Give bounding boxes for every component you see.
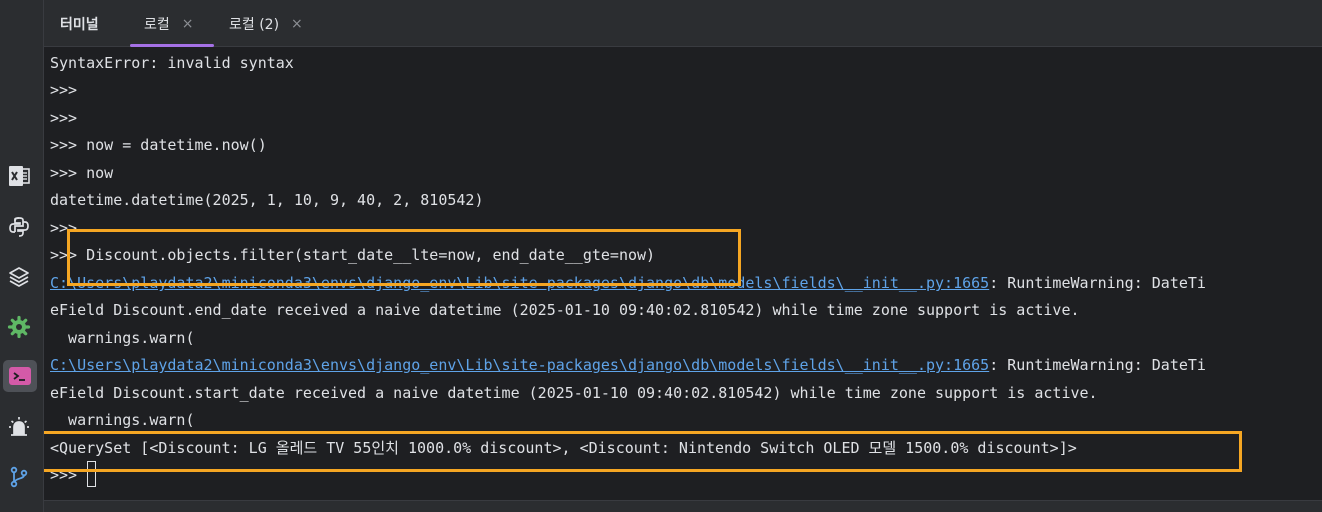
terminal-output[interactable]: SyntaxError: invalid syntax >>> >>> >>> … xyxy=(44,48,1322,512)
text-cursor xyxy=(87,460,97,487)
close-icon[interactable]: × xyxy=(182,16,194,32)
notification-icon[interactable] xyxy=(4,412,34,442)
tab-terminal[interactable]: 터미널 xyxy=(60,0,99,47)
warning-text: : RuntimeWarning: DateTi xyxy=(989,274,1206,292)
terminal-line: >>> Discount.objects.filter(start_date__… xyxy=(50,246,656,264)
excel-icon[interactable] xyxy=(4,161,34,191)
terminal-line: >>> now xyxy=(50,164,114,182)
terminal-line: warnings.warn( xyxy=(50,329,195,347)
terminal-line: warnings.warn( xyxy=(50,411,195,429)
terminal-line: C:\Users\playdata2\miniconda3\envs\djang… xyxy=(50,270,1206,297)
warning-text: : RuntimeWarning: DateTi xyxy=(989,356,1206,374)
terminal-prompt-line[interactable]: >>> xyxy=(50,460,97,489)
terminal-tab-bar: 터미널 로컬 × 로컬 (2) × xyxy=(44,0,1322,47)
terminal-line: >>> now = datetime.now() xyxy=(50,136,267,154)
file-path-link[interactable]: C:\Users\playdata2\miniconda3\envs\djang… xyxy=(50,274,989,292)
close-icon[interactable]: × xyxy=(291,16,303,32)
queryset-result-line: <QuerySet [<Discount: LG 올레드 TV 55인치 100… xyxy=(50,439,1077,457)
python-console-icon[interactable] xyxy=(4,212,34,242)
tool-window-strip xyxy=(0,0,44,512)
git-branch-icon[interactable] xyxy=(4,462,34,492)
terminal-line: datetime.datetime(2025, 1, 10, 9, 40, 2,… xyxy=(50,191,484,209)
layers-icon[interactable] xyxy=(4,262,34,292)
settings-gear-icon[interactable] xyxy=(4,312,34,342)
ide-window: 터미널 로컬 × 로컬 (2) × SyntaxError: invalid s… xyxy=(0,0,1322,512)
terminal-line: SyntaxError: invalid syntax xyxy=(50,54,294,72)
tab-local[interactable]: 로컬 × xyxy=(130,0,214,47)
file-path-link[interactable]: C:\Users\playdata2\miniconda3\envs\djang… xyxy=(50,356,989,374)
prompt: >>> xyxy=(50,466,78,484)
status-strip xyxy=(44,500,1322,512)
terminal-line: >>> xyxy=(50,109,78,127)
tab-label: 로컬 (2) xyxy=(229,16,280,33)
terminal-line: >>> xyxy=(50,81,78,99)
tab-label: 터미널 xyxy=(60,16,99,33)
terminal-line: eField Discount.start_date received a na… xyxy=(50,384,1098,402)
tab-local-2[interactable]: 로컬 (2) × xyxy=(229,0,303,47)
terminal-line: eField Discount.end_date received a naiv… xyxy=(50,301,1080,319)
terminal-line: C:\Users\playdata2\miniconda3\envs\djang… xyxy=(50,352,1206,379)
tab-label: 로컬 xyxy=(144,16,170,33)
terminal-icon[interactable] xyxy=(3,360,37,392)
terminal-line: >>> xyxy=(50,219,78,237)
